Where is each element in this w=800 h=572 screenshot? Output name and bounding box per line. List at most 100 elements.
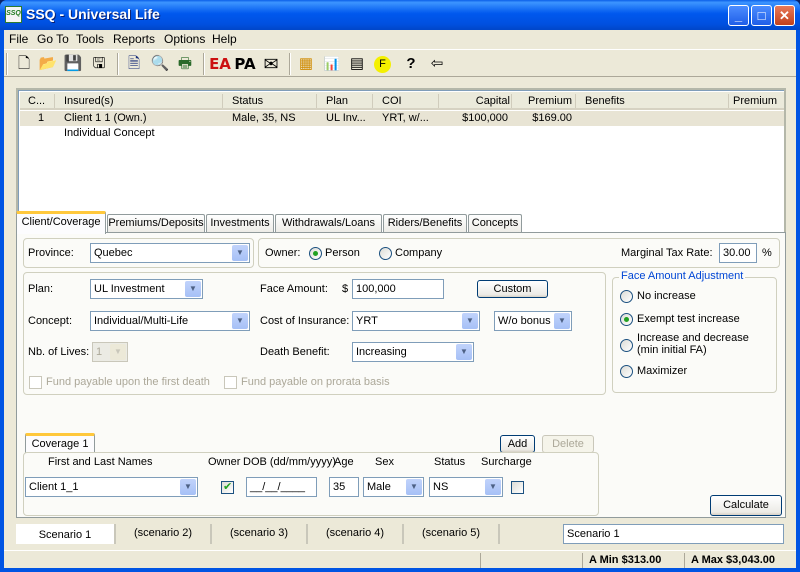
- column-header-premium[interactable]: Premium: [520, 95, 572, 107]
- new-document-icon[interactable]: 🗋: [13, 53, 35, 75]
- chevron-down-icon[interactable]: ▼: [185, 281, 201, 297]
- scenario-tab-5[interactable]: (scenario 5): [404, 524, 500, 544]
- calculator-icon[interactable]: ▤: [346, 53, 368, 75]
- increase-decrease-radio[interactable]: [620, 339, 633, 352]
- chevron-down-icon[interactable]: ▼: [456, 344, 472, 360]
- save-as-icon[interactable]: 🖫: [88, 53, 110, 75]
- chevron-down-icon[interactable]: ▼: [232, 313, 248, 329]
- concept-select[interactable]: Individual/Multi-Life ▼: [90, 311, 250, 331]
- column-divider[interactable]: [316, 94, 317, 108]
- menu-help[interactable]: Help: [212, 32, 237, 46]
- owner-company-label[interactable]: Company: [395, 247, 442, 259]
- no-increase-label[interactable]: No increase: [637, 290, 696, 302]
- back-arrow-icon[interactable]: ⇦: [426, 53, 448, 75]
- tab-investments[interactable]: Investments: [206, 214, 274, 233]
- maximizer-label[interactable]: Maximizer: [637, 365, 687, 377]
- client-name-select[interactable]: Client 1_1 ▼: [25, 477, 198, 497]
- add-button[interactable]: Add: [500, 435, 535, 453]
- calculate-button[interactable]: Calculate: [710, 495, 782, 516]
- ea-icon[interactable]: EA: [209, 53, 231, 75]
- save-icon[interactable]: 💾: [62, 53, 84, 75]
- email-icon[interactable]: ✉: [260, 53, 282, 75]
- status-select[interactable]: NS ▼: [429, 477, 503, 497]
- help-icon[interactable]: ?: [400, 53, 422, 75]
- tab-concepts[interactable]: Concepts: [468, 214, 522, 233]
- document-icon[interactable]: 🗎: [123, 53, 145, 75]
- maximizer-radio[interactable]: [620, 365, 633, 378]
- tab-premiums-deposits[interactable]: Premiums/Deposits: [107, 214, 205, 233]
- close-icon: ✕: [779, 8, 790, 23]
- close-button[interactable]: ✕: [774, 5, 795, 26]
- no-increase-radio[interactable]: [620, 290, 633, 303]
- increase-decrease-sublabel[interactable]: (min initial FA): [637, 344, 707, 356]
- menu-file[interactable]: File: [9, 32, 28, 46]
- column-divider[interactable]: [728, 94, 729, 108]
- custom-button[interactable]: Custom: [477, 280, 548, 298]
- column-divider[interactable]: [372, 94, 373, 108]
- bonus-select[interactable]: W/o bonus ▼: [494, 311, 572, 331]
- column-divider[interactable]: [575, 94, 576, 108]
- exempt-test-increase-label[interactable]: Exempt test increase: [637, 313, 740, 325]
- owner-checkbox[interactable]: [221, 480, 234, 494]
- surcharge-checkbox[interactable]: [511, 481, 524, 494]
- column-divider[interactable]: [54, 94, 55, 108]
- column-header-benefits[interactable]: Benefits: [585, 95, 625, 107]
- menu-options[interactable]: Options: [164, 32, 205, 46]
- column-header-coi[interactable]: COI: [382, 95, 402, 107]
- chevron-down-icon[interactable]: ▼: [462, 313, 478, 329]
- column-divider[interactable]: [438, 94, 439, 108]
- chevron-down-icon[interactable]: ▼: [232, 245, 248, 261]
- death-benefit-select[interactable]: Increasing ▼: [352, 342, 474, 362]
- f-icon[interactable]: F: [374, 56, 391, 73]
- column-header-c[interactable]: C...: [28, 95, 45, 107]
- pa-icon[interactable]: PA: [234, 53, 256, 75]
- chevron-down-icon[interactable]: ▼: [485, 479, 501, 495]
- minimize-button[interactable]: _: [728, 5, 749, 26]
- tab-withdrawals-loans[interactable]: Withdrawals/Loans: [275, 214, 382, 233]
- tax-rate-input[interactable]: 30.00: [719, 243, 757, 263]
- tab-riders-benefits[interactable]: Riders/Benefits: [383, 214, 467, 233]
- table-row[interactable]: 1 Client 1 1 (Own.) Male, 35, NS UL Inv.…: [20, 111, 784, 126]
- chart-icon[interactable]: 📊: [321, 53, 343, 75]
- title-bar[interactable]: SSQ SSQ - Universal Life _ □ ✕: [0, 0, 800, 30]
- increase-decrease-label[interactable]: Increase and decrease: [637, 332, 749, 344]
- scenario-tab-3[interactable]: (scenario 3): [212, 524, 308, 544]
- scenario-tab-4[interactable]: (scenario 4): [308, 524, 404, 544]
- chevron-down-icon[interactable]: ▼: [554, 313, 570, 329]
- owner-company-radio[interactable]: [379, 247, 392, 260]
- table-icon[interactable]: ▦: [295, 53, 317, 75]
- maximize-button[interactable]: □: [751, 5, 772, 26]
- open-folder-icon[interactable]: 📂: [37, 53, 59, 75]
- plan-select[interactable]: UL Investment ▼: [90, 279, 203, 299]
- column-header-capital[interactable]: Capital: [460, 95, 510, 107]
- column-header-plan[interactable]: Plan: [326, 95, 348, 107]
- scenario-name-input[interactable]: Scenario 1: [563, 524, 784, 544]
- column-divider[interactable]: [222, 94, 223, 108]
- print-preview-icon[interactable]: 🔍: [149, 53, 171, 75]
- owner-person-radio[interactable]: [309, 247, 322, 260]
- column-header-status[interactable]: Status: [232, 95, 263, 107]
- column-header-premium-2[interactable]: Premium: [732, 95, 777, 107]
- chevron-down-icon[interactable]: ▼: [406, 479, 422, 495]
- tab-client-coverage[interactable]: Client/Coverage: [16, 211, 106, 234]
- table-row[interactable]: Individual Concept: [20, 126, 784, 141]
- face-amount-input[interactable]: 100,000: [352, 279, 444, 299]
- province-select[interactable]: Quebec ▼: [90, 243, 250, 263]
- dob-input[interactable]: __/__/____: [246, 477, 317, 497]
- column-header-insured[interactable]: Insured(s): [64, 95, 114, 107]
- menu-reports[interactable]: Reports: [113, 32, 155, 46]
- menu-tools[interactable]: Tools: [76, 32, 104, 46]
- owner-person-label[interactable]: Person: [325, 247, 360, 259]
- exempt-test-increase-radio[interactable]: [620, 313, 633, 326]
- scenario-tab-1[interactable]: Scenario 1: [16, 524, 116, 544]
- coi-select[interactable]: YRT ▼: [352, 311, 480, 331]
- concept-value: Individual/Multi-Life: [94, 315, 189, 327]
- tab-coverage-1[interactable]: Coverage 1: [25, 433, 95, 453]
- scenario-tab-2[interactable]: (scenario 2): [116, 524, 212, 544]
- print-icon[interactable]: 🖶: [174, 53, 196, 75]
- column-divider[interactable]: [511, 94, 512, 108]
- chevron-down-icon[interactable]: ▼: [180, 479, 196, 495]
- menu-go-to[interactable]: Go To: [37, 32, 69, 46]
- age-input[interactable]: 35: [329, 477, 359, 497]
- sex-select[interactable]: Male ▼: [363, 477, 424, 497]
